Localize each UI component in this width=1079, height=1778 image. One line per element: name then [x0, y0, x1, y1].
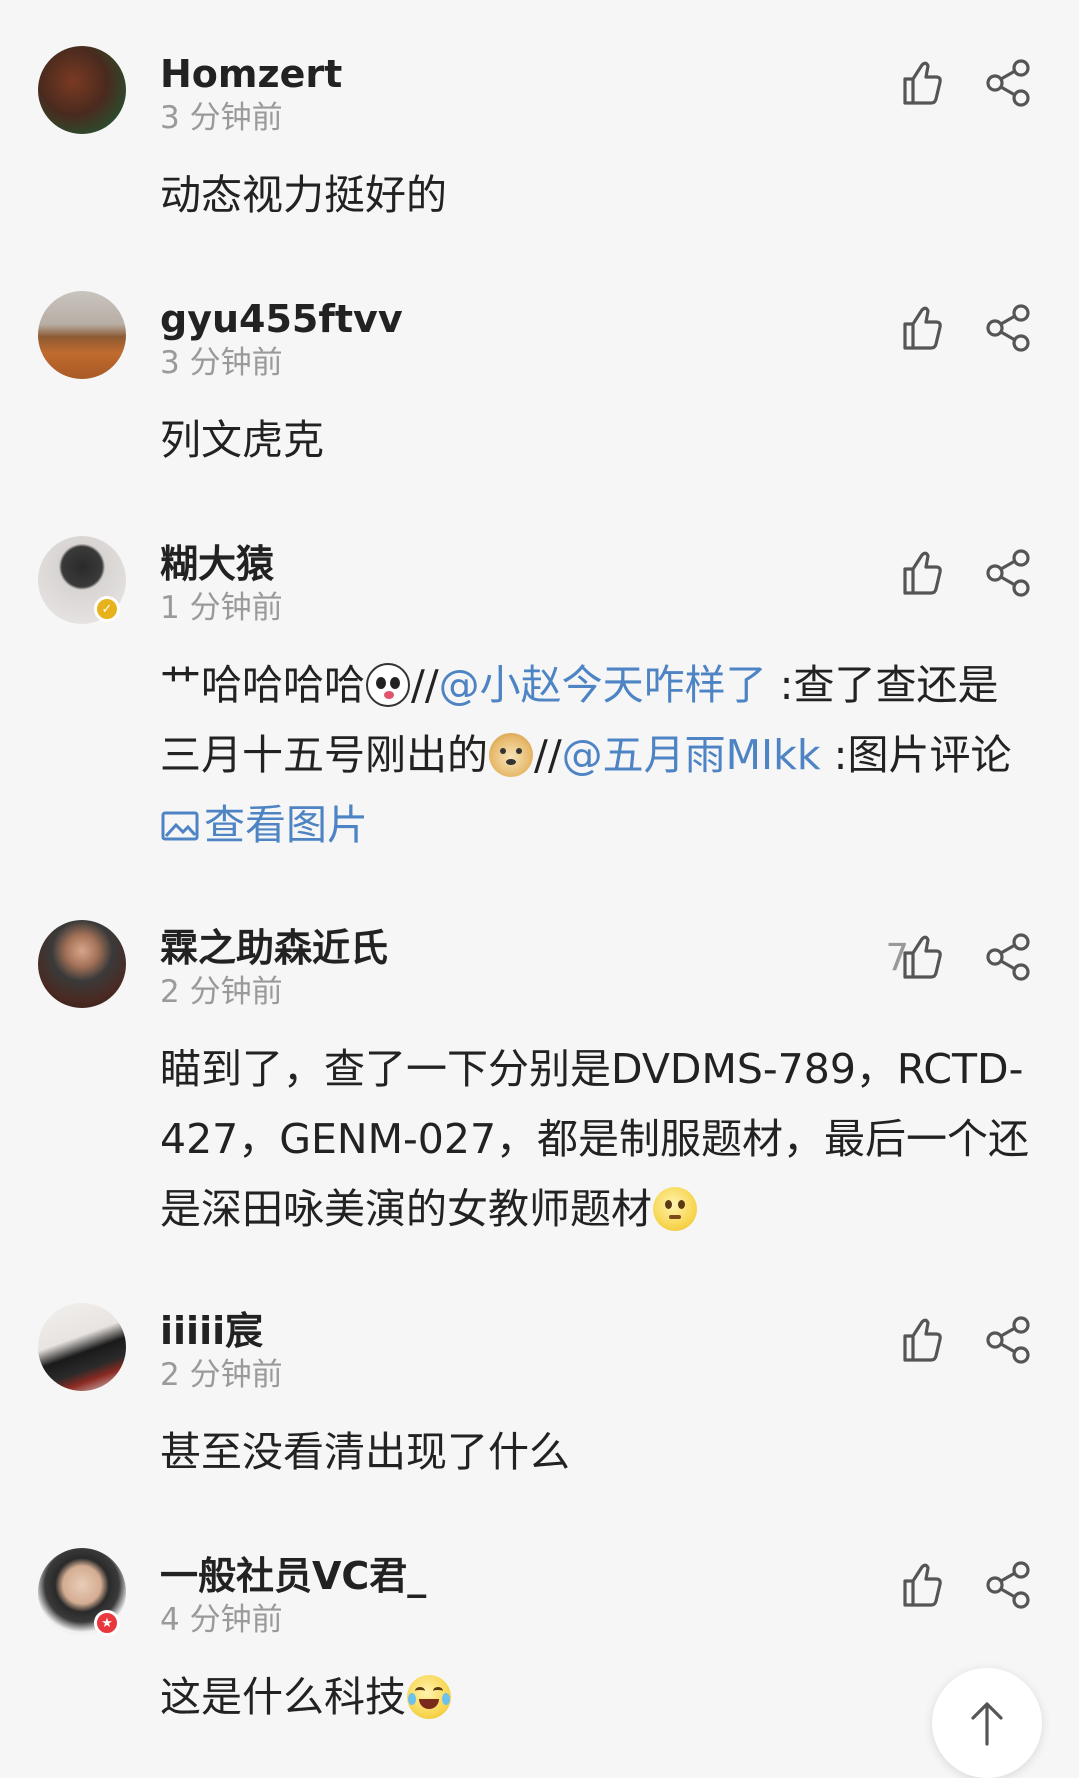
vip-badge: ★ [94, 1610, 120, 1636]
comment-item: 霖之助森近氏 2 分钟前 瞄到了，查了一下分别是DVDMS-789，RCTD-4… [0, 920, 1079, 1250]
text-segment: // [411, 661, 439, 709]
text-segment: // [534, 731, 562, 779]
laugh-cry-emoji [407, 1675, 451, 1719]
share-icon[interactable] [983, 302, 1035, 354]
username[interactable]: Homzert [160, 50, 342, 98]
comment-item: gyu455ftvv 3 分钟前 列文虎克 [0, 291, 1079, 491]
comment-time: 3 分钟前 [160, 345, 283, 381]
doge-emoji [489, 733, 533, 777]
view-image-link[interactable]: 查看图片 [160, 801, 368, 849]
comment-text: 艹哈哈哈哈//@小赵今天咋样了 :查了查还是三月十五号刚出的//@五月雨MIkk… [160, 650, 1030, 860]
text-segment: :图片评论 [820, 731, 1012, 779]
arrow-up-icon [971, 1702, 1003, 1746]
comment-text: 瞄到了，查了一下分别是DVDMS-789，RCTD-427，GENM-027，都… [160, 1034, 1030, 1244]
thumbs-up-icon[interactable] [897, 302, 945, 354]
comment-text: 列文虎克 [160, 416, 324, 464]
comment-item: ★ 一般社员VC君_ 4 分钟前 这是什么科技 [0, 1548, 1079, 1763]
thumbs-up-icon[interactable] [897, 1559, 945, 1611]
image-icon [161, 811, 199, 841]
username[interactable]: gyu455ftvv [160, 295, 403, 343]
avatar[interactable] [38, 1303, 126, 1391]
comment-text: 这是什么科技 [160, 1662, 1030, 1732]
thinking-emoji [653, 1187, 697, 1231]
avatar[interactable] [38, 46, 126, 134]
panda-emoji [366, 663, 410, 707]
mention-link[interactable]: @小赵今天咋样了 [439, 661, 767, 709]
comment-item: Homzert 3 分钟前 动态视力挺好的 [0, 46, 1079, 246]
thumbs-up-icon[interactable] [897, 57, 945, 109]
comment-time: 3 分钟前 [160, 100, 283, 136]
share-icon[interactable] [983, 547, 1035, 599]
avatar[interactable] [38, 291, 126, 379]
username[interactable]: 一般社员VC君_ [160, 1552, 426, 1600]
scroll-to-top-button[interactable] [932, 1668, 1042, 1778]
comment-text: 动态视力挺好的 [160, 171, 447, 219]
username[interactable]: 糊大猿 [160, 540, 274, 588]
username[interactable]: iiiii宸 [160, 1307, 263, 1355]
verified-badge: ✓ [94, 596, 120, 622]
comment-text-body: 这是什么科技 [160, 1673, 406, 1721]
comment-time: 4 分钟前 [160, 1602, 283, 1638]
username[interactable]: 霖之助森近氏 [160, 924, 388, 972]
comment-text-body: 瞄到了，查了一下分别是DVDMS-789，RCTD-427，GENM-027，都… [160, 1045, 1030, 1233]
avatar[interactable] [38, 920, 126, 1008]
comment-time: 1 分钟前 [160, 590, 283, 626]
text-segment: 艹哈哈哈哈 [160, 661, 365, 709]
comment-item: iiiii宸 2 分钟前 甚至没看清出现了什么 [0, 1303, 1079, 1503]
thumbs-up-icon[interactable] [897, 931, 945, 983]
view-image-label: 查看图片 [204, 801, 368, 849]
thumbs-up-icon[interactable] [897, 1314, 945, 1366]
share-icon[interactable] [983, 1314, 1035, 1366]
comment-item: ✓ 糊大猿 1 分钟前 艹哈哈哈哈//@小赵今天咋样了 :查了查还是三月十五号刚… [0, 536, 1079, 866]
comment-time: 2 分钟前 [160, 974, 283, 1010]
share-icon[interactable] [983, 1559, 1035, 1611]
share-icon[interactable] [983, 57, 1035, 109]
share-icon[interactable] [983, 931, 1035, 983]
comment-time: 2 分钟前 [160, 1357, 283, 1393]
thumbs-up-icon[interactable] [897, 547, 945, 599]
comment-text: 甚至没看清出现了什么 [160, 1428, 570, 1476]
mention-link[interactable]: @五月雨MIkk [562, 731, 821, 779]
